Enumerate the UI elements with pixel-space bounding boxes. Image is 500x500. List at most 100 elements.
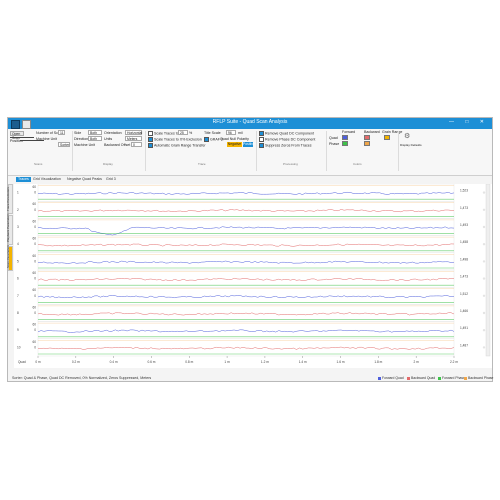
backward-phase-color[interactable]: [364, 141, 370, 146]
legend-label: Forward Phase: [442, 376, 465, 380]
trace-y-tick: 60: [32, 305, 36, 309]
row-marker: [482, 191, 486, 194]
legend-backward-quad: Backward Quad: [407, 376, 435, 380]
row-marker: [482, 243, 486, 246]
trace-y-tick: 60: [32, 271, 36, 275]
suppress-zeros-checkbox[interactable]: [259, 143, 264, 148]
defaults-icon[interactable]: ⚙: [404, 132, 410, 140]
x-tick-label: 1.4 m: [299, 360, 307, 364]
tab-grid-visualization[interactable]: Grid Visualization: [31, 177, 63, 182]
trace-y-tick: 0: [34, 328, 36, 332]
scale-traces-field[interactable]: 25: [178, 130, 188, 135]
trace-y-tick: 60: [32, 219, 36, 223]
trace-y-tick: 0: [34, 191, 36, 195]
trace-y-tick: 0: [34, 225, 36, 229]
forward-quad-trace: [37, 295, 455, 299]
auto-scale-checkbox[interactable]: [148, 143, 153, 148]
remove-phase-dc-row[interactable]: Remove Phase DC Component: [259, 137, 315, 142]
remove-phase-dc-checkbox[interactable]: [259, 137, 264, 142]
grain-range-color[interactable]: [384, 135, 390, 140]
row-marker: [482, 311, 486, 315]
forward-phase-color[interactable]: [342, 141, 348, 146]
group-caption: Display: [103, 162, 113, 166]
machine-unit-label-2: Machine Unit: [74, 143, 95, 147]
sidetab-trace-parameters[interactable]: Trace Parameters: [6, 184, 13, 214]
suppress-zeros-label: Suppress Zeros From Traces: [265, 143, 312, 148]
scale-x-checkbox[interactable]: [148, 137, 153, 142]
trace-y-tick: 60: [32, 202, 36, 206]
forward-quad-trace: [37, 260, 455, 264]
window-controls[interactable]: — □ ✕: [449, 119, 489, 125]
title-scale-field[interactable]: 96: [226, 130, 236, 135]
legend-swatch: [407, 376, 410, 380]
legend-swatch: [438, 376, 441, 380]
trace-right-value: 1,491: [460, 326, 468, 330]
scale-traces-checkbox[interactable]: [148, 131, 153, 136]
direction-select[interactable]: Both: [88, 136, 102, 141]
trace-chart[interactable]: 1600 1,5232600 1,4733600 1,4934600 1,4585600…: [14, 183, 492, 368]
trace-y-tick: 0: [34, 259, 36, 263]
grain-x-checkbox[interactable]: [204, 137, 209, 142]
sidetab-scan-parameters[interactable]: Scan Parameters: [5, 244, 13, 271]
tab-negative-quad-peaks[interactable]: Negative Quad Peaks: [65, 177, 104, 182]
open-scan-button[interactable]: Open Scan: [10, 131, 24, 140]
legend-label: Backward Phase: [468, 376, 494, 380]
trace-row-frame: [37, 321, 455, 340]
trace-row-label: 5: [17, 259, 19, 263]
machine-unit-select[interactable]: Sorter: [58, 142, 70, 147]
trace-right-value: 1,498: [460, 257, 468, 261]
sidetab-label: Scan Parameters: [5, 244, 10, 268]
x-tick-label: 1.2 m: [261, 360, 269, 364]
x-tick-label: 2 m: [414, 360, 420, 364]
legend-swatch: [378, 376, 381, 380]
orientation-select[interactable]: Horizontal: [125, 130, 142, 135]
group-caption: Trace: [198, 162, 206, 166]
legend-label: Backward Quad: [411, 376, 436, 380]
backward-offset-label: Backward Offset: [104, 143, 131, 147]
backward-offset-field[interactable]: 0: [131, 142, 142, 147]
auto-scale-row[interactable]: Automatic Grain Range Transfer: [148, 143, 206, 148]
trace-y-tick: 0: [34, 311, 36, 315]
vertical-scrollbar: [485, 183, 491, 357]
units-label: Units: [104, 137, 113, 141]
tab-grid-3[interactable]: Grid 3: [104, 177, 118, 182]
units-select[interactable]: Meters: [125, 136, 142, 141]
scale-x-label: Scale Traces to X% Exclusion: [154, 137, 202, 142]
positive-button[interactable]: Positive: [243, 142, 255, 147]
trace-row-label: 10: [17, 345, 21, 349]
trace-right-value: 1,523: [460, 189, 468, 193]
side-select[interactable]: Both: [88, 130, 102, 135]
trace-plot-area[interactable]: 1 60 0 1,523 2 60 0 1,473 3 60 0 1,493 4 60 0 1,458 5 60 0…: [14, 183, 492, 368]
trace-right-value: 1,473: [460, 206, 468, 210]
x-tick-label: 1.8 m: [374, 360, 382, 364]
orientation-label: Orientation: [104, 131, 122, 135]
title-scale-unit: mil: [238, 131, 243, 135]
trace-y-tick: 0: [34, 277, 36, 281]
row-marker: [482, 225, 486, 229]
trace-y-tick: 0: [34, 294, 36, 298]
group-divider: [398, 131, 399, 171]
trace-y-tick: 0: [34, 242, 36, 246]
group-divider: [326, 131, 327, 171]
scale-x-row[interactable]: Scale Traces to X% Exclusion: [148, 137, 202, 142]
trace-y-tick: 60: [32, 237, 36, 241]
scale-traces-row[interactable]: Scale Traces to: [148, 131, 179, 136]
sidetab-playback-parameters[interactable]: Playback Parameters: [6, 213, 13, 245]
backward-quad-color[interactable]: [364, 135, 370, 140]
remove-quad-dc-row[interactable]: Remove Quad DC Component: [259, 131, 314, 136]
trace-row-label: 2: [17, 208, 19, 212]
side-tabs: Trace Parameters Playback Parameters Sca…: [5, 184, 13, 369]
trace-right-value: 1,458: [460, 240, 468, 244]
forward-quad-color[interactable]: [342, 135, 348, 140]
suppress-zeros-row[interactable]: Suppress Zeros From Traces: [259, 143, 312, 148]
grain-range-label: Grain Range: [382, 130, 403, 134]
negative-button[interactable]: Negative: [227, 142, 242, 147]
scan-slider[interactable]: [10, 137, 34, 138]
x-tick-label: 0 m: [35, 360, 41, 364]
tab-traces[interactable]: Traces: [16, 177, 31, 182]
remove-quad-dc-checkbox[interactable]: [259, 131, 264, 136]
num-scans-field[interactable]: 11: [58, 130, 65, 135]
x-tick-label: 0.6 m: [147, 360, 155, 364]
backward-quad-trace: [37, 346, 455, 350]
scale-traces-unit: %: [189, 131, 193, 135]
